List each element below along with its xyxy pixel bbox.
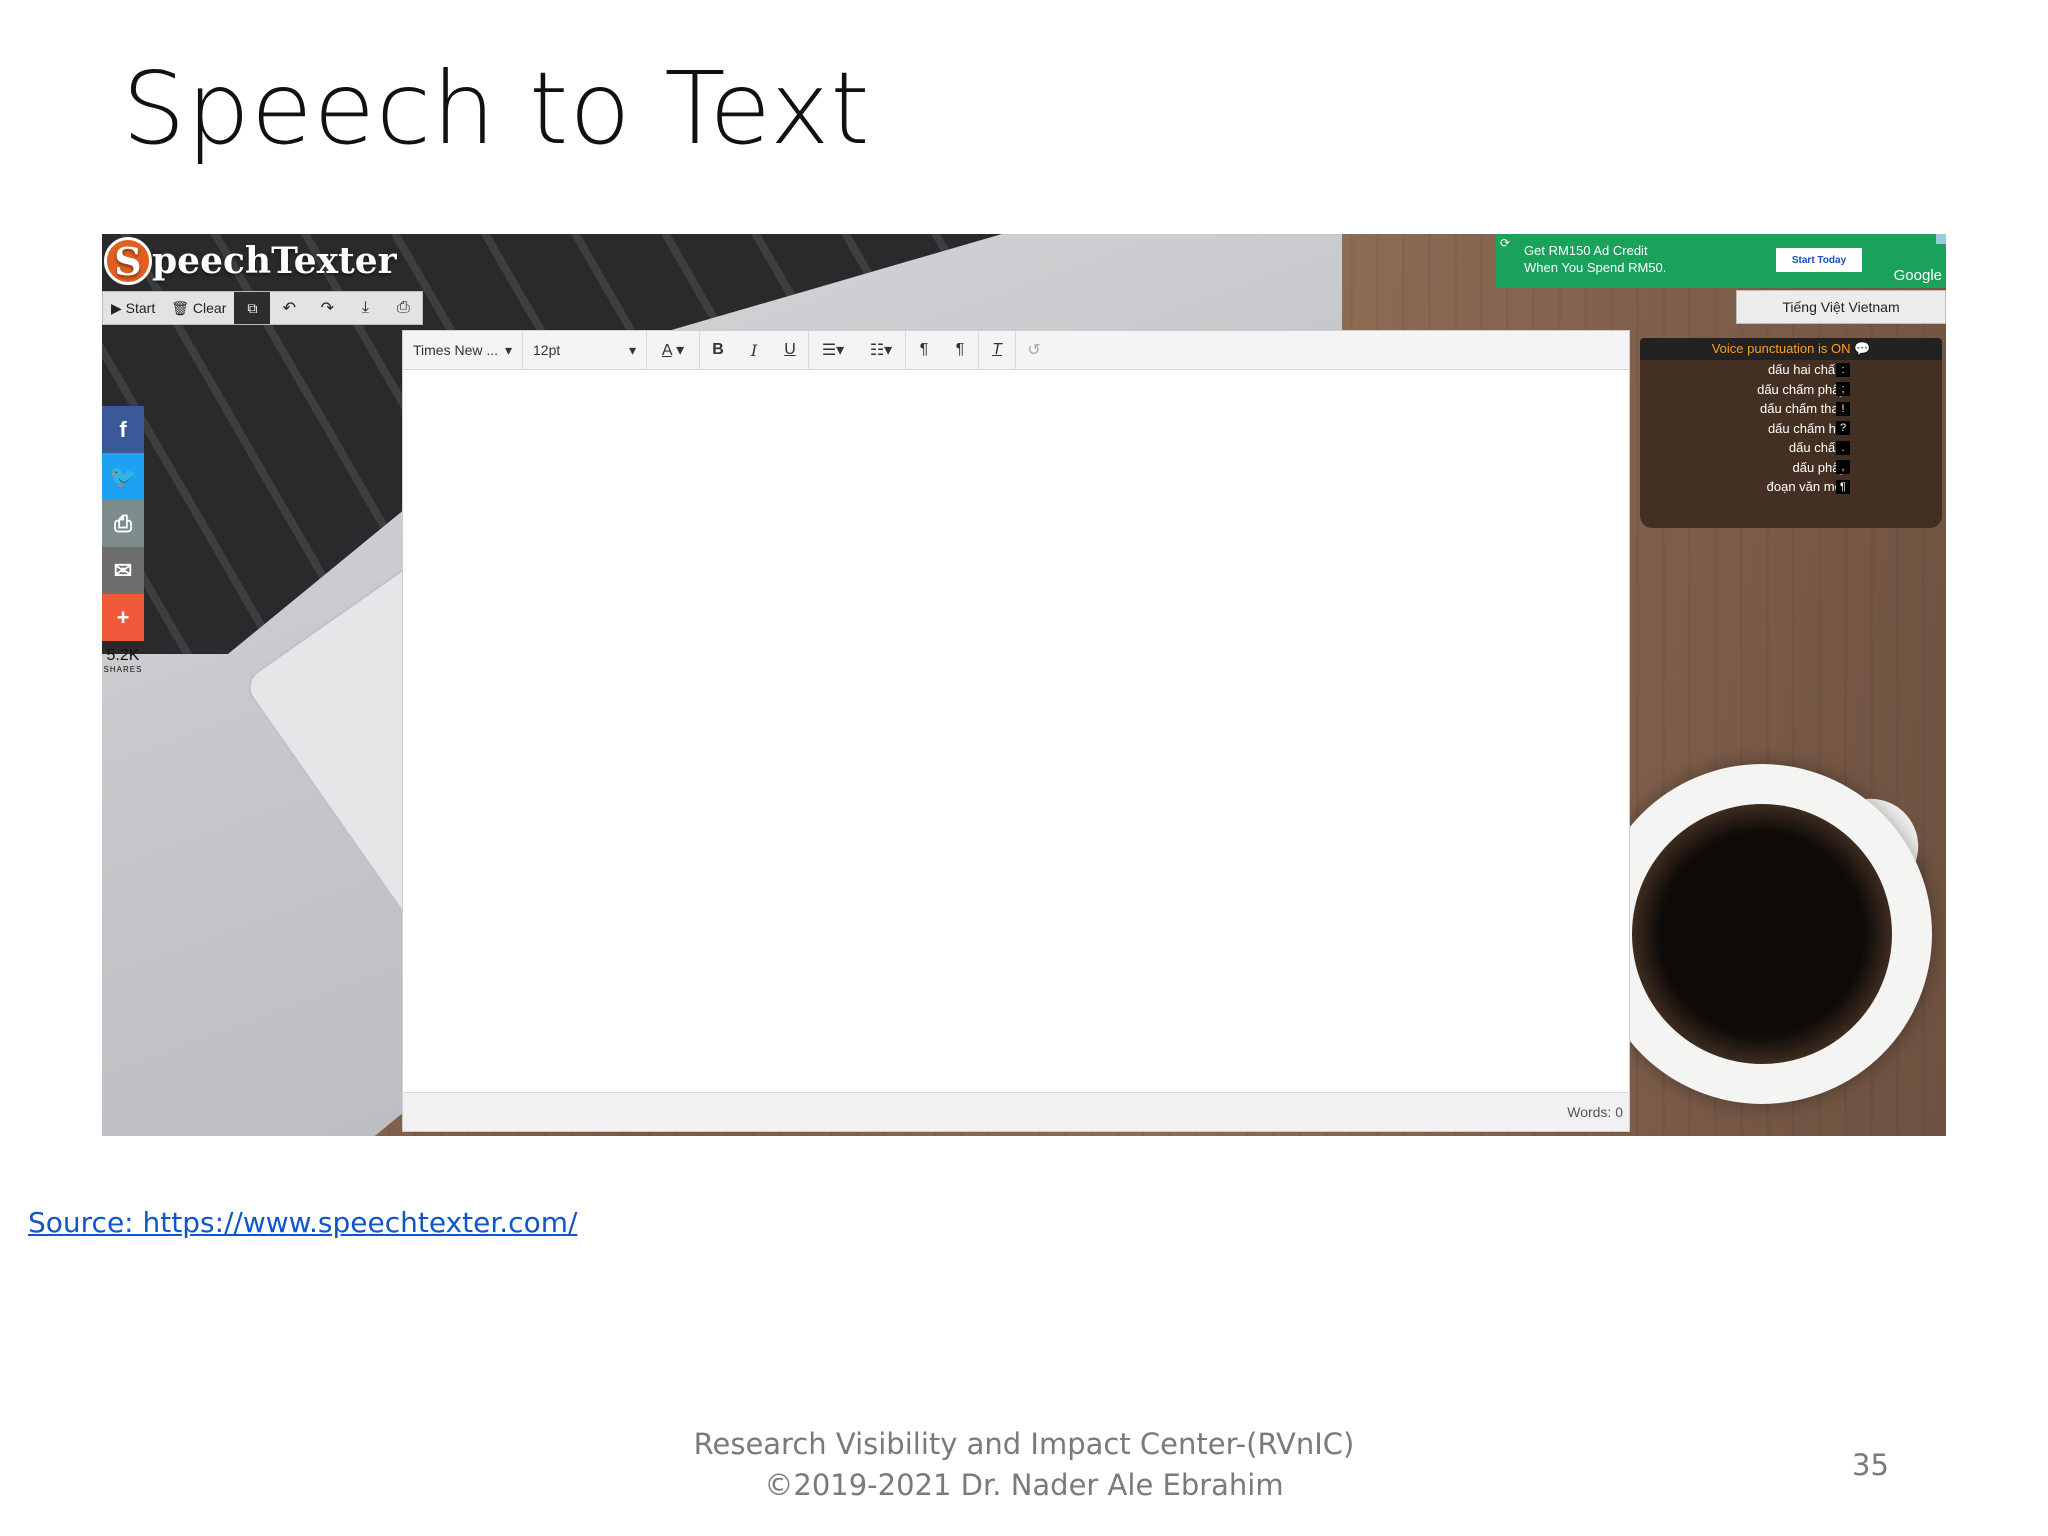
- editor-toolbar: Times New ... ▾ 12pt ▾ A ▾ B I U ☰▾ ☷▾ ¶…: [403, 331, 1629, 370]
- twitter-icon[interactable]: 🐦: [102, 453, 144, 500]
- rtl-icon[interactable]: ¶: [942, 341, 978, 359]
- share-label: SHARES: [103, 665, 143, 674]
- punctuation-row: dấu chấm hỏi?: [1640, 419, 1942, 439]
- punctuation-symbol: ?: [1836, 421, 1850, 436]
- ltr-icon[interactable]: ¶: [906, 341, 942, 359]
- slide-title: Speech to Text: [122, 50, 871, 167]
- history-icon[interactable]: ↺: [1016, 340, 1052, 360]
- undo-icon[interactable]: ↶: [270, 292, 308, 324]
- ad-text: Get RM150 Ad Credit When You Spend RM50.: [1524, 242, 1666, 276]
- ad-start-button[interactable]: Start Today: [1776, 248, 1862, 272]
- punctuation-row: dấu chấm phẩy;: [1640, 380, 1942, 400]
- download-icon[interactable]: ⤓: [346, 292, 384, 324]
- punctuation-list: dấu hai chấm: dấu chấm phẩy; dấu chấm than…: [1640, 360, 1942, 497]
- copy-icon[interactable]: ⧉: [234, 292, 271, 324]
- page-number: 35: [1852, 1448, 1889, 1482]
- logo-text: peechTexter: [152, 240, 397, 282]
- redo-icon[interactable]: ↷: [308, 292, 346, 324]
- punctuation-label: dấu chấm phẩy: [1757, 381, 1846, 397]
- punctuation-symbol: ,: [1836, 460, 1850, 475]
- punctuation-symbol: :: [1836, 362, 1850, 377]
- print-icon[interactable]: ⎙: [384, 292, 422, 324]
- punctuation-symbol: !: [1836, 401, 1850, 416]
- punctuation-symbol: ;: [1836, 382, 1850, 397]
- word-count: Words: 0: [1567, 1104, 1623, 1120]
- italic-icon[interactable]: I: [736, 341, 772, 360]
- numbered-list-icon[interactable]: ☷▾: [857, 340, 905, 360]
- punctuation-row: dấu chấm than!: [1640, 399, 1942, 419]
- punctuation-label: dấu chấm hỏi: [1767, 420, 1846, 436]
- ad-line-2: When You Spend RM50.: [1524, 260, 1667, 275]
- share-bar: f 🐦 ⎙ ✉ + 5.2K SHARES: [102, 406, 144, 674]
- punctuation-row: dấu chấm.: [1640, 438, 1942, 458]
- chevron-down-icon: ▾: [504, 341, 512, 358]
- font-family-select[interactable]: Times New ... ▾: [403, 331, 523, 369]
- punctuation-label: đoạn văn mới: [1766, 479, 1846, 495]
- footer-line-2: ©2019-2021 Dr. Nader Ale Ebrahim: [764, 1468, 1284, 1502]
- punctuation-row: dấu phẩy,: [1640, 458, 1942, 478]
- ad-line-1: Get RM150 Ad Credit: [1524, 243, 1648, 258]
- punctuation-label: dấu chấm than: [1759, 401, 1846, 417]
- email-icon[interactable]: ✉: [102, 547, 144, 594]
- ad-banner[interactable]: ⟳ Get RM150 Ad Credit When You Spend RM5…: [1496, 234, 1946, 288]
- speechtexter-logo[interactable]: S peechTexter: [104, 237, 397, 285]
- punctuation-symbol: ¶: [1836, 479, 1850, 494]
- chevron-down-icon: ▾: [628, 341, 636, 358]
- ad-info-icon[interactable]: [1936, 234, 1946, 244]
- voice-punctuation-panel: Voice punctuation is ON 💬 dấu hai chấm: d…: [1640, 338, 1942, 528]
- print-share-icon[interactable]: ⎙: [102, 500, 144, 547]
- facebook-icon[interactable]: f: [102, 406, 144, 453]
- start-button[interactable]: ▶ Start: [103, 292, 163, 324]
- underline-icon[interactable]: U: [772, 341, 808, 359]
- ad-refresh-icon[interactable]: ⟳: [1500, 236, 1510, 250]
- font-size-value: 12pt: [533, 342, 561, 358]
- text-color-icon[interactable]: A ▾: [647, 340, 699, 360]
- punctuation-symbol: .: [1836, 440, 1850, 455]
- coffee: [1632, 804, 1892, 1064]
- bold-icon[interactable]: B: [700, 341, 736, 359]
- coffee-cup: [1592, 764, 1932, 1104]
- punctuation-label: dấu hai chấm: [1767, 362, 1846, 378]
- language-button[interactable]: Tiếng Việt Vietnam: [1736, 290, 1946, 324]
- logo-mark: S: [104, 237, 152, 285]
- share-count: 5.2K: [106, 647, 140, 664]
- footer-line-1: Research Visibility and Impact Center-(R…: [693, 1427, 1355, 1461]
- bullet-list-icon[interactable]: ☰▾: [809, 340, 857, 360]
- clear-button[interactable]: 🗑 Clear: [163, 292, 234, 324]
- app-toolbar: ▶ Start 🗑 Clear ⧉ ↶ ↷ ⤓ ⎙: [102, 291, 424, 325]
- text-editor: Times New ... ▾ 12pt ▾ A ▾ B I U ☰▾ ☷▾ ¶…: [402, 330, 1630, 1132]
- punctuation-row: đoạn văn mới ¶: [1640, 477, 1942, 497]
- more-share-icon[interactable]: +: [102, 594, 144, 641]
- font-size-select[interactable]: 12pt ▾: [523, 331, 647, 369]
- speechtexter-screenshot: S peechTexter ▶ Start 🗑 Clear ⧉ ↶ ↷ ⤓ ⎙ …: [102, 234, 1946, 1136]
- voice-punctuation-header[interactable]: Voice punctuation is ON 💬: [1640, 338, 1942, 360]
- font-family-value: Times New ...: [413, 342, 499, 358]
- editor-statusbar: Words: 0: [403, 1092, 1629, 1131]
- source-link[interactable]: Source: https://www.speechtexter.com/: [28, 1206, 577, 1239]
- punctuation-row: dấu hai chấm:: [1640, 360, 1942, 380]
- slide-footer: Research Visibility and Impact Center-(R…: [0, 1424, 2048, 1506]
- ad-brand: Google: [1893, 267, 1942, 284]
- clear-format-icon[interactable]: T: [979, 341, 1015, 359]
- editor-content-area[interactable]: [403, 370, 1629, 1092]
